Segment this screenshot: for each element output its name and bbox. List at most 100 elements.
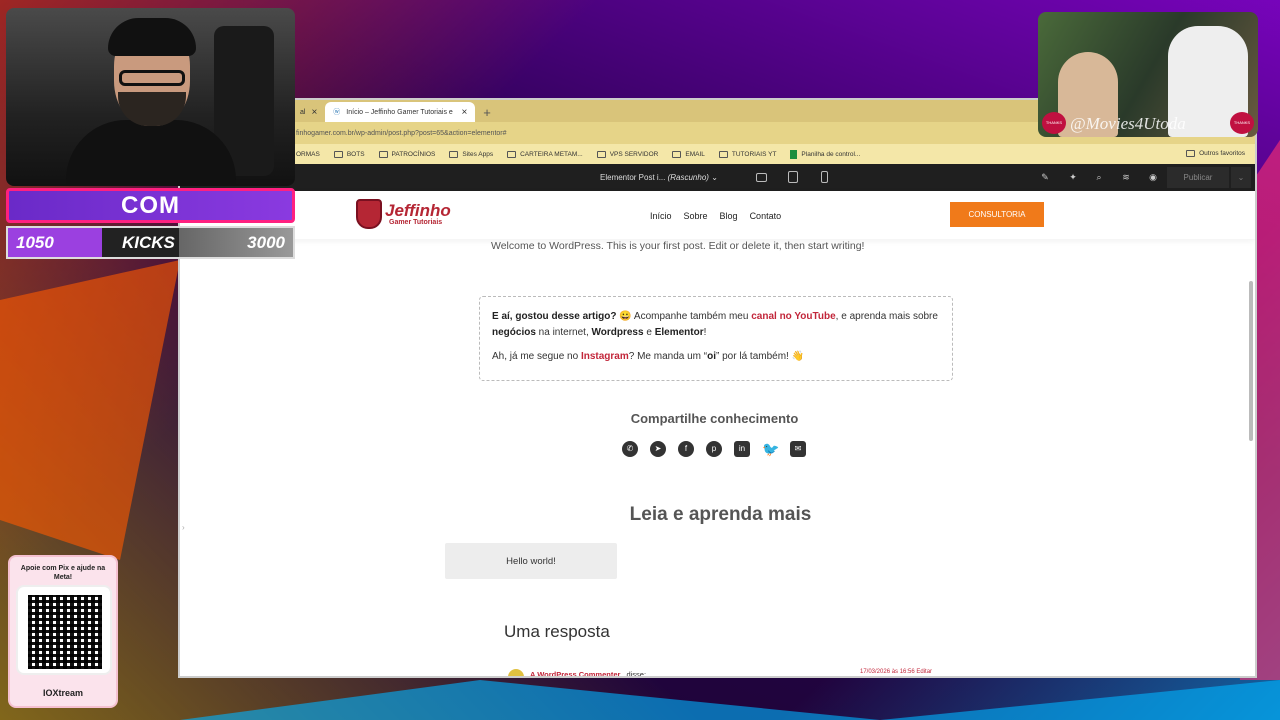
linkedin-icon[interactable]: in	[734, 441, 750, 457]
site-logo[interactable]: Jeffinho Gamer Tutoriais	[356, 196, 466, 232]
folder-icon	[507, 150, 517, 158]
cta-box: E aí, gostou desse artigo? 😀 Acompanhe t…	[479, 296, 953, 381]
doc-status: (Rascunho)	[667, 173, 709, 182]
chevron-down-icon: ⌄	[711, 173, 718, 182]
folder-icon	[378, 150, 388, 158]
pix-panel: Apoie com Pix e ajude na Meta! IOXtream	[8, 555, 118, 708]
logo-title: Jeffinho	[385, 201, 451, 220]
brush-icon[interactable]: ✎	[1040, 172, 1050, 182]
text: !	[703, 327, 707, 338]
tab-previous[interactable]: al ×	[292, 102, 325, 122]
com-banner: COM	[6, 188, 295, 223]
read-more-title: Leia e aprenda mais	[629, 504, 812, 525]
site-header: Jeffinho Gamer Tutoriais Início Sobre Bl…	[180, 191, 1255, 239]
text: ” por lá também! 👋	[716, 351, 805, 362]
cta-paragraph-1: E aí, gostou desse artigo? 😀 Acompanhe t…	[492, 309, 940, 341]
com-label: COM	[121, 191, 180, 219]
wordpress-icon: ⓦ	[333, 109, 341, 116]
tab-label: al	[300, 108, 306, 116]
bookmark-folder[interactable]: TUTORIAIS YT	[718, 150, 777, 158]
logo-shield-icon	[356, 199, 382, 229]
text: , e aprenda mais sobre	[835, 311, 938, 322]
pinterest-icon[interactable]: p	[706, 441, 722, 457]
logo-subtitle: Gamer Tutoriais	[389, 219, 443, 226]
bookmark-item[interactable]: Planilha de control...	[790, 149, 861, 159]
doc-title-text: Elementor Post i...	[600, 173, 666, 182]
consultoria-button[interactable]: CONSULTORIA	[950, 202, 1044, 227]
bookmark-label: BOTS	[346, 150, 365, 158]
bg-shard	[0, 260, 180, 560]
telegram-icon[interactable]: ➤	[650, 441, 666, 457]
youtube-link[interactable]: canal no YouTube	[751, 311, 835, 322]
new-tab-button[interactable]: +	[475, 102, 499, 122]
elementor-topbar: Elementor Post i... (Rascunho) ⌄ ✎ ✦ ⌕ ≋…	[180, 164, 1255, 191]
other-bookmarks[interactable]: Outros favoritos	[1186, 150, 1245, 157]
main-nav: Início Sobre Blog Contato	[650, 211, 781, 221]
bookmark-folder[interactable]: VPS SERVIDOR	[596, 150, 658, 158]
close-icon[interactable]: ×	[461, 107, 467, 118]
text-bold: E aí, gostou desse artigo?	[492, 311, 617, 322]
nav-item-contato[interactable]: Contato	[750, 211, 782, 221]
scrollbar[interactable]	[1249, 281, 1253, 441]
tablet-icon[interactable]	[788, 171, 798, 183]
comment-date[interactable]: 17/03/2026 às 16:56 Editar	[860, 669, 932, 675]
publish-options-button[interactable]: ⌄	[1231, 167, 1251, 188]
whatsapp-icon[interactable]: ✆	[622, 441, 638, 457]
person-hair	[108, 18, 196, 56]
folder-icon	[718, 150, 728, 158]
bookmark-folder[interactable]: CARTEIRA METAM...	[507, 150, 583, 158]
avatar	[508, 669, 524, 676]
bookmark-folder[interactable]: Sites Apps	[449, 150, 494, 158]
comment-author[interactable]: A WordPress Commenter	[530, 670, 620, 677]
layers-icon[interactable]: ≋	[1121, 172, 1131, 182]
bookmark-item[interactable]: ORMAS	[296, 151, 320, 158]
mobile-icon[interactable]	[821, 171, 828, 183]
instagram-link[interactable]: Instagram	[581, 351, 629, 362]
publish-button[interactable]: Publicar	[1167, 167, 1229, 188]
preview-eye-icon[interactable]: ◉	[1148, 172, 1158, 182]
bookmark-label: PATROCÍNIOS	[391, 150, 436, 158]
cta-paragraph-2: Ah, já me segue no Instagram? Me manda u…	[492, 349, 940, 365]
person-body	[66, 120, 236, 186]
bookmark-folder[interactable]: EMAIL	[672, 150, 705, 158]
email-icon[interactable]: ✉	[790, 441, 806, 457]
glasses	[119, 70, 185, 86]
facebook-icon[interactable]: f	[678, 441, 694, 457]
pix-brand: IOXtream	[42, 688, 84, 698]
notes-icon[interactable]: ✦	[1068, 172, 1078, 182]
movie-watermark: @Movies4Utoda	[1070, 114, 1186, 133]
sheets-icon	[790, 149, 798, 159]
bookmark-label: Planilha de control...	[801, 150, 861, 158]
folder-icon	[672, 150, 682, 158]
text-bold: negócios	[492, 327, 536, 338]
share-buttons: ✆ ➤ f p in 🐦 ✉	[622, 441, 806, 457]
bookmark-label: Sites Apps	[462, 150, 494, 158]
comments-title: Uma resposta	[504, 622, 610, 641]
tab-inicio[interactable]: ⓦ Início – Jeffinho Gamer Tutoriais e ×	[325, 102, 476, 122]
text: 😀 Acompanhe também meu	[616, 311, 752, 322]
desktop-icon[interactable]	[756, 173, 767, 182]
url-text: finhogamer.com.br/wp-admin/post.php?post…	[296, 129, 507, 137]
close-icon[interactable]: ×	[311, 107, 317, 118]
bookmark-folder[interactable]: BOTS	[333, 150, 365, 158]
folder-icon	[333, 150, 343, 158]
folder-icon	[1186, 150, 1196, 157]
search-icon[interactable]: ⌕	[1094, 172, 1104, 182]
document-title[interactable]: Elementor Post i... (Rascunho) ⌄	[600, 173, 718, 182]
nav-item-blog[interactable]: Blog	[720, 211, 738, 221]
bookmark-folder[interactable]: PATROCÍNIOS	[378, 150, 436, 158]
bookmark-label: EMAIL	[685, 150, 705, 158]
twitter-icon[interactable]: 🐦	[762, 441, 779, 457]
browser-window: al × ⓦ Início – Jeffinho Gamer Tutoriais e…	[178, 98, 1257, 678]
qr-code	[16, 585, 112, 675]
nav-item-inicio[interactable]: Início	[650, 211, 672, 221]
thanks-badge: THANKS FOR WATCHING	[1042, 112, 1066, 134]
related-post-card[interactable]: Hello world!	[445, 543, 617, 579]
nav-item-sobre[interactable]: Sobre	[684, 211, 708, 221]
bookmark-label: TUTORIAIS YT	[731, 150, 777, 158]
bookmark-label: ORMAS	[296, 150, 320, 158]
kicks-goal-bar: 1050 KICKS 3000	[6, 226, 295, 259]
kicks-goal: 3000	[247, 232, 285, 252]
post-content: Welcome to WordPress. This is your first…	[491, 240, 865, 252]
chevron-down-icon: ⌄	[1237, 173, 1245, 182]
